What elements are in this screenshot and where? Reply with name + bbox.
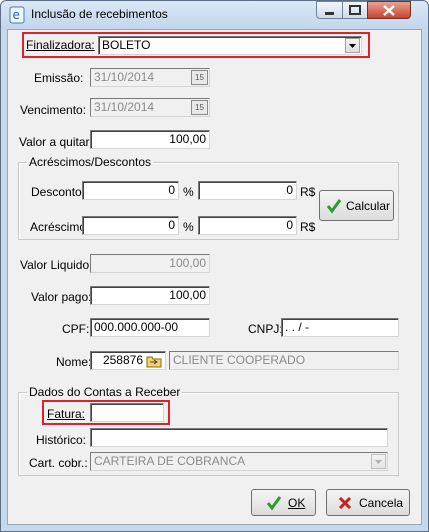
maximize-icon bbox=[349, 5, 361, 15]
cpf-field[interactable]: 000.000.000-00 bbox=[90, 318, 210, 337]
chevron-down-icon[interactable] bbox=[371, 454, 386, 469]
minimize-button[interactable] bbox=[316, 1, 343, 19]
valor-pago-field[interactable]: 100,00 bbox=[90, 286, 210, 305]
acrescimo-percent-field[interactable]: 0 bbox=[82, 216, 179, 235]
cart-cobr-value: CARTEIRA DE COBRANCA bbox=[94, 454, 246, 468]
finalizadora-value: BOLETO bbox=[102, 38, 151, 52]
nome-code-value: 258876 bbox=[102, 353, 143, 367]
valor-liquido-field[interactable]: 100,00 bbox=[90, 254, 210, 273]
cnpj-field[interactable]: . . / - bbox=[281, 318, 399, 337]
cart-cobr-select[interactable]: CARTEIRA DE COBRANCA bbox=[90, 452, 388, 471]
chevron-down-icon[interactable] bbox=[345, 38, 360, 53]
valor-a-quitar-label: Valor a quitar: bbox=[19, 135, 93, 149]
contas-receber-title: Dados do Contas a Receber bbox=[27, 385, 183, 399]
close-button[interactable] bbox=[367, 1, 411, 19]
fatura-field[interactable] bbox=[90, 403, 164, 422]
percent-symbol: % bbox=[183, 220, 194, 234]
percent-symbol: % bbox=[183, 185, 194, 199]
historico-field[interactable] bbox=[90, 428, 388, 447]
acrescimo-label: Acréscimo: bbox=[30, 220, 90, 234]
maximize-button[interactable] bbox=[342, 1, 368, 19]
acrescimos-descontos-title: Acréscimos/Descontos bbox=[27, 155, 154, 169]
cpf-label: CPF: bbox=[62, 322, 90, 336]
valor-pago-label: Valor pago: bbox=[31, 290, 92, 304]
vencimento-field[interactable]: 31/10/2014 15 bbox=[90, 98, 210, 117]
window-title: Inclusão de recebimentos bbox=[31, 7, 168, 21]
finalizadora-label: Finalizadora: bbox=[26, 38, 95, 52]
acrescimo-rs-field[interactable]: 0 bbox=[198, 216, 297, 235]
cancel-button[interactable]: Cancela bbox=[326, 489, 410, 516]
dialog-body: Finalizadora: BOLETO Emissão: 31/10/2014… bbox=[7, 29, 422, 525]
cnpj-label: CNPJ: bbox=[248, 322, 283, 336]
cart-cobr-label: Cart. cobr.: bbox=[29, 456, 88, 470]
fatura-label: Fatura: bbox=[47, 407, 86, 421]
ok-button[interactable]: OK bbox=[251, 489, 316, 516]
check-icon bbox=[326, 199, 342, 214]
cancel-x-icon bbox=[338, 496, 352, 510]
vencimento-value: 31/10/2014 bbox=[94, 100, 155, 114]
desconto-rs-field[interactable]: 0 bbox=[198, 181, 297, 200]
emissao-value: 31/10/2014 bbox=[94, 70, 155, 84]
finalizadora-select[interactable]: BOLETO bbox=[98, 36, 362, 55]
emissao-label: Emissão: bbox=[34, 71, 84, 85]
app-e-icon: e bbox=[9, 6, 25, 24]
rs-symbol: R$ bbox=[300, 220, 316, 234]
check-icon bbox=[266, 496, 282, 511]
vencimento-label: Vencimento: bbox=[20, 103, 87, 117]
minimize-icon bbox=[325, 12, 334, 15]
valor-liquido-label: Valor Liquido: bbox=[20, 258, 93, 272]
nome-field[interactable]: CLIENTE COOPERADO bbox=[169, 351, 399, 370]
close-icon bbox=[383, 5, 395, 16]
historico-label: Histórico: bbox=[36, 433, 87, 447]
rs-symbol: R$ bbox=[300, 185, 316, 199]
desconto-percent-field[interactable]: 0 bbox=[82, 181, 179, 200]
calcular-button[interactable]: Calcular bbox=[319, 190, 394, 221]
svg-text:e: e bbox=[13, 8, 20, 22]
title-bar[interactable]: e Inclusão de recebimentos bbox=[1, 1, 428, 29]
dialog-window: e Inclusão de recebimentos Finalizadora:… bbox=[0, 0, 429, 532]
calendar-icon[interactable]: 15 bbox=[191, 100, 208, 115]
nome-code-field[interactable]: 258876 bbox=[90, 351, 166, 370]
search-folder-icon[interactable] bbox=[146, 353, 163, 368]
valor-a-quitar-field[interactable]: 100,00 bbox=[90, 130, 210, 149]
nome-label: Nome: bbox=[56, 355, 92, 369]
emissao-field[interactable]: 31/10/2014 15 bbox=[90, 68, 210, 87]
calendar-icon[interactable]: 15 bbox=[191, 70, 208, 85]
desconto-label: Desconto: bbox=[31, 185, 86, 199]
